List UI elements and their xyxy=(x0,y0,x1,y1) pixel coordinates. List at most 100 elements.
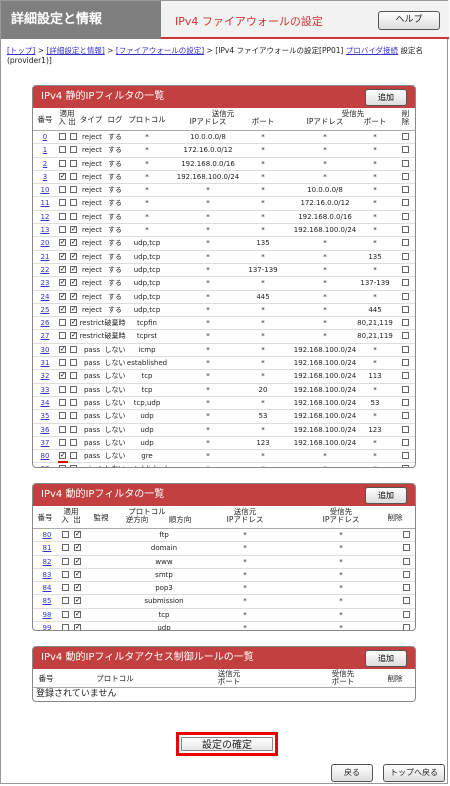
apply-in-checkbox[interactable] xyxy=(62,570,69,578)
apply-in-checkbox[interactable] xyxy=(59,159,66,167)
filter-number-link[interactable]: 11 xyxy=(35,197,55,209)
filter-number-link[interactable]: 30 xyxy=(35,344,55,356)
delete-checkbox[interactable] xyxy=(402,239,409,247)
filter-number-link[interactable]: 23 xyxy=(35,277,55,289)
apply-in-checkbox[interactable] xyxy=(59,438,66,446)
filter-number-link[interactable]: 84 xyxy=(35,582,59,594)
help-button[interactable]: ヘルプ xyxy=(378,11,440,30)
filter-number-link[interactable]: 3 xyxy=(35,171,55,183)
top-button[interactable]: トップへ戻る xyxy=(383,764,445,782)
apply-in-checkbox[interactable] xyxy=(59,452,66,460)
filter-number-link[interactable]: 80 xyxy=(35,529,59,541)
apply-out-checkbox[interactable] xyxy=(70,398,77,406)
apply-in-checkbox[interactable] xyxy=(62,597,69,605)
apply-in-checkbox[interactable] xyxy=(59,133,66,140)
apply-out-checkbox[interactable] xyxy=(70,385,77,393)
access-rule-add-button[interactable]: 追加 xyxy=(365,650,407,667)
delete-checkbox[interactable] xyxy=(402,465,409,467)
apply-in-checkbox[interactable] xyxy=(62,624,69,630)
delete-checkbox[interactable] xyxy=(402,372,409,380)
apply-out-checkbox[interactable] xyxy=(74,624,81,630)
filter-number-link[interactable]: 99 xyxy=(35,622,59,630)
apply-in-checkbox[interactable] xyxy=(59,305,66,313)
breadcrumb-provider-link[interactable]: プロバイダ接続 xyxy=(346,46,398,55)
delete-checkbox[interactable] xyxy=(403,570,410,578)
apply-out-checkbox[interactable] xyxy=(70,199,77,207)
delete-checkbox[interactable] xyxy=(402,452,409,460)
filter-number-link[interactable]: 35 xyxy=(35,410,55,422)
filter-number-link[interactable]: 83 xyxy=(35,569,59,581)
delete-checkbox[interactable] xyxy=(402,146,409,154)
apply-out-checkbox[interactable] xyxy=(70,319,77,327)
filter-number-link[interactable]: 80 xyxy=(35,450,55,462)
delete-checkbox[interactable] xyxy=(402,305,409,313)
filter-number-link[interactable]: 85 xyxy=(35,595,59,607)
delete-checkbox[interactable] xyxy=(402,292,409,300)
static-filter-add-button[interactable]: 追加 xyxy=(365,89,407,106)
delete-checkbox[interactable] xyxy=(403,557,410,565)
delete-checkbox[interactable] xyxy=(403,531,410,538)
delete-checkbox[interactable] xyxy=(402,159,409,167)
apply-in-checkbox[interactable] xyxy=(59,425,66,433)
apply-out-checkbox[interactable] xyxy=(70,359,77,367)
filter-number-link[interactable]: 10 xyxy=(35,184,55,196)
apply-out-checkbox[interactable] xyxy=(70,159,77,167)
apply-in-checkbox[interactable] xyxy=(59,359,66,367)
apply-out-checkbox[interactable] xyxy=(70,265,77,273)
breadcrumb-firewall-link[interactable]: [ファイアウォールの設定] xyxy=(116,46,204,55)
filter-number-link[interactable]: 2 xyxy=(35,158,55,170)
breadcrumb-detail-link[interactable]: [詳細設定と情報] xyxy=(46,46,104,55)
apply-out-checkbox[interactable] xyxy=(74,544,81,552)
apply-out-checkbox[interactable] xyxy=(70,452,77,460)
filter-number-link[interactable]: 98 xyxy=(35,463,55,467)
delete-checkbox[interactable] xyxy=(402,212,409,220)
apply-out-checkbox[interactable] xyxy=(70,345,77,353)
delete-checkbox[interactable] xyxy=(402,398,409,406)
filter-number-link[interactable]: 36 xyxy=(35,424,55,436)
delete-checkbox[interactable] xyxy=(402,279,409,287)
filter-number-link[interactable]: 34 xyxy=(35,397,55,409)
delete-checkbox[interactable] xyxy=(402,425,409,433)
delete-checkbox[interactable] xyxy=(402,412,409,420)
apply-out-checkbox[interactable] xyxy=(70,146,77,154)
apply-in-checkbox[interactable] xyxy=(59,292,66,300)
delete-checkbox[interactable] xyxy=(402,385,409,393)
delete-checkbox[interactable] xyxy=(403,597,410,605)
filter-number-link[interactable]: 31 xyxy=(35,357,55,369)
apply-out-checkbox[interactable] xyxy=(70,305,77,313)
apply-in-checkbox[interactable] xyxy=(59,412,66,420)
filter-number-link[interactable]: 81 xyxy=(35,542,59,554)
apply-in-checkbox[interactable] xyxy=(62,531,69,538)
apply-in-checkbox[interactable] xyxy=(59,226,66,234)
filter-number-link[interactable]: 26 xyxy=(35,317,55,329)
delete-checkbox[interactable] xyxy=(402,199,409,207)
filter-number-link[interactable]: 24 xyxy=(35,291,55,303)
apply-out-checkbox[interactable] xyxy=(70,226,77,234)
delete-checkbox[interactable] xyxy=(403,544,410,552)
apply-out-checkbox[interactable] xyxy=(70,332,77,340)
apply-in-checkbox[interactable] xyxy=(62,544,69,552)
apply-in-checkbox[interactable] xyxy=(59,345,66,353)
apply-out-checkbox[interactable] xyxy=(70,425,77,433)
apply-out-checkbox[interactable] xyxy=(70,372,77,380)
delete-checkbox[interactable] xyxy=(403,584,410,592)
filter-number-link[interactable]: 82 xyxy=(35,556,59,568)
dynamic-filter-add-button[interactable]: 追加 xyxy=(365,487,407,504)
delete-checkbox[interactable] xyxy=(402,172,409,180)
filter-number-link[interactable]: 22 xyxy=(35,264,55,276)
delete-checkbox[interactable] xyxy=(402,332,409,340)
apply-out-checkbox[interactable] xyxy=(70,252,77,260)
apply-in-checkbox[interactable] xyxy=(59,146,66,154)
filter-number-link[interactable]: 1 xyxy=(35,144,55,156)
apply-in-checkbox[interactable] xyxy=(59,186,66,194)
apply-in-checkbox[interactable] xyxy=(59,239,66,247)
apply-in-checkbox[interactable] xyxy=(59,319,66,327)
apply-out-checkbox[interactable] xyxy=(70,212,77,220)
apply-in-checkbox[interactable] xyxy=(59,265,66,273)
apply-out-checkbox[interactable] xyxy=(70,412,77,420)
delete-checkbox[interactable] xyxy=(402,438,409,446)
apply-in-checkbox[interactable] xyxy=(59,385,66,393)
back-button[interactable]: 戻る xyxy=(331,764,373,782)
apply-out-checkbox[interactable] xyxy=(74,610,81,618)
delete-checkbox[interactable] xyxy=(402,265,409,273)
